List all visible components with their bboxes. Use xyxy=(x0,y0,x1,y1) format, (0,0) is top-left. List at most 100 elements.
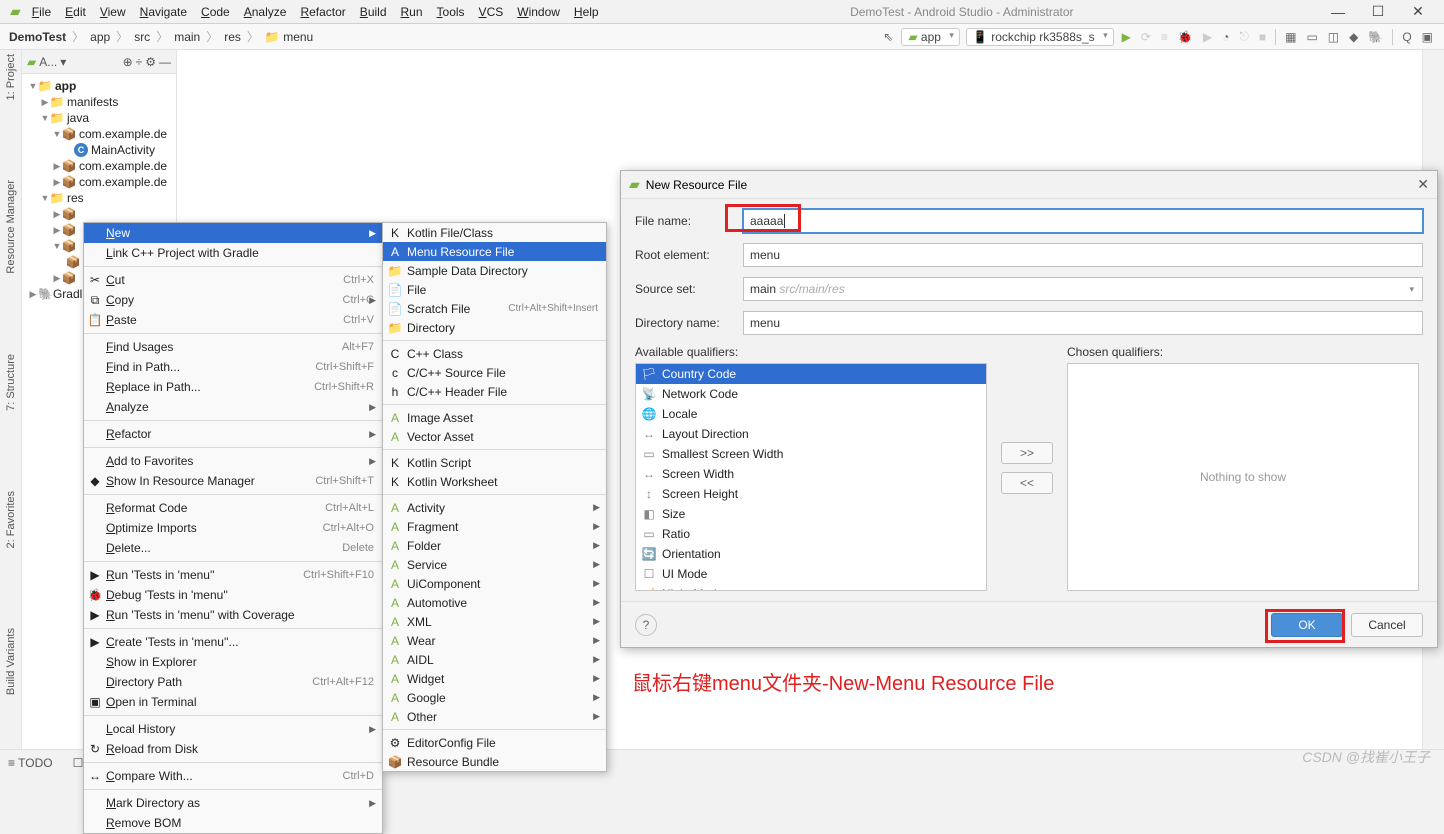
dialog-close-icon[interactable]: ✕ xyxy=(1417,176,1429,193)
ctx-show-in-resource-manager[interactable]: ◆Show In Resource ManagerCtrl+Shift+T xyxy=(84,471,382,491)
status-todo[interactable]: ≡ TODO xyxy=(8,756,53,770)
debug-icon[interactable]: 🐞 xyxy=(1173,30,1198,44)
ctx-debug-tests-in-menu-[interactable]: 🐞Debug 'Tests in 'menu'' xyxy=(84,585,382,605)
menu-run[interactable]: Run xyxy=(394,3,430,21)
rerun-icon[interactable]: ≡ xyxy=(1156,30,1173,44)
tree-manifests[interactable]: ▶📁manifests xyxy=(22,94,176,110)
ctx-optimize-imports[interactable]: Optimize ImportsCtrl+Alt+O xyxy=(84,518,382,538)
directory-name-input[interactable]: menu xyxy=(743,311,1423,335)
available-qualifiers-list[interactable]: 🏳Country Code📡Network Code🌐Locale↔Layout… xyxy=(635,363,987,591)
ctx-link-c-project-with-gradle[interactable]: Link C++ Project with Gradle xyxy=(84,243,382,263)
project-settings-icon[interactable]: ⊕ xyxy=(123,55,133,69)
ctx-create-tests-in-menu-[interactable]: ▶Create 'Tests in 'menu''... xyxy=(84,632,382,652)
rail-favorites[interactable]: 2: Favorites xyxy=(5,491,17,548)
ctx-paste[interactable]: 📋PasteCtrl+V xyxy=(84,310,382,330)
chosen-qualifiers-list[interactable]: Nothing to show xyxy=(1067,363,1419,591)
new-sample-data-directory[interactable]: 📁Sample Data Directory xyxy=(383,261,606,280)
profile-icon[interactable]: ◔ xyxy=(1217,30,1234,44)
tree-pkg2[interactable]: ▶📦com.example.de xyxy=(22,158,176,174)
qualifier-size[interactable]: ◧Size xyxy=(636,504,986,524)
ctx-cut[interactable]: ✂CutCtrl+X xyxy=(84,270,382,290)
tb-icon-1[interactable]: ▦ xyxy=(1280,30,1301,44)
new-image-asset[interactable]: AImage Asset xyxy=(383,408,606,427)
breadcrumb-res[interactable]: res xyxy=(221,30,244,44)
menu-edit[interactable]: Edit xyxy=(58,3,93,21)
menu-file[interactable]: File xyxy=(25,3,58,21)
project-hide-icon[interactable]: — xyxy=(159,55,171,69)
tb-icon-2[interactable]: ▭ xyxy=(1301,30,1322,44)
project-gear-icon[interactable]: ⚙ xyxy=(145,55,156,69)
qualifier-ratio[interactable]: ▭Ratio xyxy=(636,524,986,544)
file-name-input[interactable]: aaaaa xyxy=(743,209,1423,233)
tree-pkg3[interactable]: ▶📦com.example.de xyxy=(22,174,176,190)
ctx-mark-directory-as[interactable]: Mark Directory as▶ xyxy=(84,793,382,813)
tree-mainactivity[interactable]: CMainActivity xyxy=(22,142,176,158)
breadcrumb-menu[interactable]: 📁 menu xyxy=(262,30,316,44)
remove-qualifier-button[interactable]: << xyxy=(1001,472,1053,494)
project-collapse-icon[interactable]: ÷ xyxy=(136,55,143,69)
tree-pkg1[interactable]: ▼📦com.example.de xyxy=(22,126,176,142)
minimize-button[interactable]: — xyxy=(1318,4,1358,20)
menu-code[interactable]: Code xyxy=(194,3,237,21)
qualifier-layout-direction[interactable]: ↔Layout Direction xyxy=(636,424,986,444)
new-resource-bundle[interactable]: 📦Resource Bundle xyxy=(383,752,606,771)
ctx-reload-from-disk[interactable]: ↻Reload from Disk xyxy=(84,739,382,759)
new-c-c-header-file[interactable]: hC/C++ Header File xyxy=(383,382,606,401)
new-folder[interactable]: AFolder▶ xyxy=(383,536,606,555)
coverage-icon[interactable]: ▶ xyxy=(1198,30,1217,44)
ok-button[interactable]: OK xyxy=(1271,613,1343,637)
ctx-run-tests-in-menu-[interactable]: ▶Run 'Tests in 'menu''Ctrl+Shift+F10 xyxy=(84,565,382,585)
ctx-directory-path[interactable]: Directory PathCtrl+Alt+F12 xyxy=(84,672,382,692)
tb-icon-6[interactable]: Q xyxy=(1397,30,1416,44)
menu-vcs[interactable]: VCS xyxy=(472,3,511,21)
rail-project[interactable]: 1: Project xyxy=(5,54,17,100)
new-xml[interactable]: AXML▶ xyxy=(383,612,606,631)
apply-changes-icon[interactable]: ⟳ xyxy=(1136,30,1156,44)
ctx-add-to-favorites[interactable]: Add to Favorites▶ xyxy=(84,451,382,471)
new-wear[interactable]: AWear▶ xyxy=(383,631,606,650)
tb-icon-5[interactable]: 🐘 xyxy=(1363,30,1388,44)
new-kotlin-script[interactable]: KKotlin Script xyxy=(383,453,606,472)
qualifier-screen-width[interactable]: ↔Screen Width xyxy=(636,464,986,484)
ctx-copy[interactable]: ⧉CopyCtrl+C▶ xyxy=(84,290,382,310)
qualifier-screen-height[interactable]: ↕Screen Height xyxy=(636,484,986,504)
qualifier-network-code[interactable]: 📡Network Code xyxy=(636,384,986,404)
stop-icon[interactable]: ■ xyxy=(1254,30,1271,44)
ctx-analyze[interactable]: Analyze▶ xyxy=(84,397,382,417)
qualifier-locale[interactable]: 🌐Locale xyxy=(636,404,986,424)
cancel-button[interactable]: Cancel xyxy=(1351,613,1423,637)
ctx-replace-in-path-[interactable]: Replace in Path...Ctrl+Shift+R xyxy=(84,377,382,397)
new-kotlin-worksheet[interactable]: KKotlin Worksheet xyxy=(383,472,606,491)
new-other[interactable]: AOther▶ xyxy=(383,707,606,726)
menu-window[interactable]: Window xyxy=(510,3,567,21)
tree-res-1[interactable]: ▶📦 xyxy=(22,206,176,222)
tb-icon-4[interactable]: ◆ xyxy=(1344,30,1363,44)
breadcrumb-src[interactable]: src xyxy=(131,30,153,44)
close-button[interactable]: ✕ xyxy=(1398,3,1438,20)
sync-icon[interactable]: ⇖ xyxy=(878,30,898,44)
menu-refactor[interactable]: Refactor xyxy=(293,3,352,21)
new-aidl[interactable]: AAIDL▶ xyxy=(383,650,606,669)
qualifier-ui-mode[interactable]: ☐UI Mode xyxy=(636,564,986,584)
tree-res[interactable]: ▼📁res xyxy=(22,190,176,206)
new-widget[interactable]: AWidget▶ xyxy=(383,669,606,688)
source-set-dropdown[interactable]: main src/main/res xyxy=(743,277,1423,301)
ctx-local-history[interactable]: Local History▶ xyxy=(84,719,382,739)
rail-build-variants[interactable]: Build Variants xyxy=(5,628,17,695)
qualifier-smallest-screen-width[interactable]: ▭Smallest Screen Width xyxy=(636,444,986,464)
menu-help[interactable]: Help xyxy=(567,3,606,21)
menu-navigate[interactable]: Navigate xyxy=(133,3,194,21)
new-uicomponent[interactable]: AUiComponent▶ xyxy=(383,574,606,593)
qualifier-orientation[interactable]: 🔄Orientation xyxy=(636,544,986,564)
maximize-button[interactable]: ☐ xyxy=(1358,3,1398,20)
qualifier-night-mode[interactable]: 🌙Night Mode xyxy=(636,584,986,591)
menu-view[interactable]: View xyxy=(93,3,133,21)
new-scratch-file[interactable]: 📄Scratch FileCtrl+Alt+Shift+Insert xyxy=(383,299,606,318)
new-editorconfig-file[interactable]: ⚙EditorConfig File xyxy=(383,733,606,752)
tree-java[interactable]: ▼📁java xyxy=(22,110,176,126)
new-c-c-source-file[interactable]: cC/C++ Source File xyxy=(383,363,606,382)
rail-structure[interactable]: 7: Structure xyxy=(5,354,17,411)
device-dropdown[interactable]: 📱 rockchip rk3588s_s xyxy=(966,28,1114,46)
tb-icon-3[interactable]: ◫ xyxy=(1323,30,1344,44)
menu-tools[interactable]: Tools xyxy=(430,3,472,21)
